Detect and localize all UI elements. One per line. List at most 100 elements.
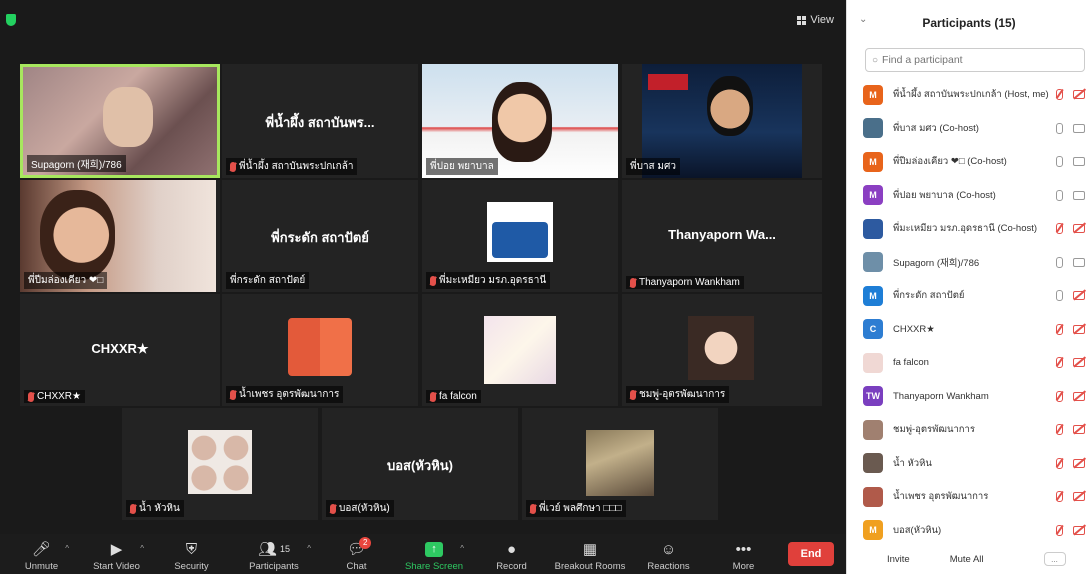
- mic-icon[interactable]: [1056, 156, 1063, 168]
- start-video-button[interactable]: ▶︎ ^ Start Video: [79, 540, 154, 572]
- participant-name: พี่ปอย พยาบาล (Co-host): [893, 189, 996, 201]
- participant-face: [492, 82, 552, 162]
- mic-muted-icon[interactable]: [1056, 223, 1063, 235]
- video-tile[interactable]: พี่เวย์ พลศึกษา □□□: [522, 408, 718, 520]
- mic-icon[interactable]: [1056, 189, 1063, 201]
- participant-row[interactable]: M พี่ปีมล่องเคียว ❤□ (Co-host): [847, 145, 1091, 179]
- participant-row[interactable]: น้ำเพชร อุตรพัฒนาการ: [847, 480, 1091, 514]
- mic-muted-icon[interactable]: [1056, 323, 1063, 335]
- participant-row[interactable]: TW Thanyaporn Wankham: [847, 380, 1091, 414]
- participants-count: 15: [280, 544, 291, 554]
- end-meeting-button[interactable]: End: [788, 542, 834, 566]
- mic-icon[interactable]: [1056, 256, 1063, 268]
- mic-icon[interactable]: [1056, 290, 1063, 302]
- video-tile[interactable]: พี่มะเหมียว มรภ.อุดรธานี: [422, 180, 618, 292]
- participant-status-icons: [1056, 256, 1085, 268]
- avatar: M: [863, 151, 883, 172]
- participant-row[interactable]: น้ำ หัวหิน: [847, 447, 1091, 481]
- mic-muted-icon[interactable]: [1056, 491, 1063, 503]
- security-button[interactable]: ⛨ Security: [154, 540, 229, 573]
- avatar: M: [863, 520, 883, 541]
- breakout-rooms-button[interactable]: ▦ Breakout Rooms: [549, 540, 631, 572]
- video-tile[interactable]: Supagorn (재희)/786: [20, 64, 220, 178]
- video-tile[interactable]: พี่ปีมล่องเคียว ❤□: [20, 180, 220, 292]
- gallery-grid-icon: [797, 15, 807, 25]
- participant-search-input[interactable]: [882, 54, 1073, 66]
- mic-muted-icon[interactable]: [1056, 524, 1063, 536]
- video-tile[interactable]: บอส(หัวหิน) บอส(หัวหิน): [322, 408, 518, 520]
- participant-row[interactable]: พี่มะเหมียว มรภ.อุดรธานี (Co-host): [847, 212, 1091, 246]
- video-icon: [1073, 257, 1085, 267]
- invite-button[interactable]: Invite: [887, 554, 910, 565]
- share-screen-button[interactable]: ↑ ^ Share Screen: [394, 540, 474, 572]
- participant-row[interactable]: M พี่น้ำผึ้ง สถาบันพระปกเกล้า (Host, me): [847, 78, 1091, 112]
- participant-status-icons: [1056, 223, 1085, 235]
- chat-button[interactable]: 💬︎ 2 Chat: [319, 537, 394, 572]
- video-tile[interactable]: fa falcon: [422, 294, 618, 406]
- video-tile[interactable]: พี่กระดัก สถาปัตย์ พี่กระดัก สถาปัตย์: [222, 180, 418, 292]
- mic-muted-icon: [230, 161, 236, 172]
- participant-row[interactable]: ชมพู่-อุตรพัฒนาการ: [847, 413, 1091, 447]
- video-tile[interactable]: พี่บาส มศว: [622, 64, 822, 178]
- caret-up-icon[interactable]: ^: [65, 544, 69, 553]
- participant-row[interactable]: M บอส(หัวหิน): [847, 514, 1091, 548]
- mic-muted-icon[interactable]: [1056, 424, 1063, 436]
- unmute-button[interactable]: 🎤︎ ^ Unmute: [4, 540, 79, 572]
- caret-up-icon[interactable]: ^: [140, 544, 144, 553]
- mic-muted-icon: 🎤︎: [31, 541, 52, 558]
- tile-name-label: พี่น้ำผึ้ง สถาบันพระปกเกล้า: [226, 158, 358, 175]
- mic-muted-icon[interactable]: [1056, 390, 1063, 402]
- security-label: Security: [174, 561, 209, 572]
- video-off-icon: [1073, 291, 1085, 301]
- participant-status-icons: [1056, 524, 1085, 536]
- mic-muted-icon[interactable]: [1056, 457, 1063, 469]
- participant-name: fa falcon: [893, 357, 929, 369]
- tile-name-label: พี่มะเหมียว มรภ.อุดรธานี: [426, 272, 551, 289]
- video-tile[interactable]: CHXXR★ CHXXR★: [20, 294, 220, 406]
- video-tile[interactable]: พี่ปอย พยาบาล: [422, 64, 618, 178]
- video-tile[interactable]: พี่น้ำผึ้ง สถาบันพร... พี่น้ำผึ้ง สถาบัน…: [222, 64, 418, 178]
- participant-row[interactable]: fa falcon: [847, 346, 1091, 380]
- more-button[interactable]: ••• More: [706, 540, 781, 573]
- more-options-button[interactable]: ...: [1043, 552, 1066, 566]
- encryption-shield-icon[interactable]: [6, 14, 16, 26]
- panel-title: Participants (15): [922, 16, 1016, 30]
- tile-name-label: CHXXR★: [24, 390, 85, 403]
- share-screen-icon: ↑: [425, 540, 443, 558]
- participant-status-icons: [1056, 156, 1085, 168]
- caret-up-icon[interactable]: ^: [460, 544, 464, 553]
- mic-icon[interactable]: [1056, 122, 1063, 134]
- video-off-icon: [1073, 90, 1085, 100]
- participant-row[interactable]: Supagorn (재희)/786: [847, 246, 1091, 280]
- mic-muted-icon: [230, 389, 236, 400]
- participants-button[interactable]: 👥︎ 15 ^ Participants: [229, 540, 319, 572]
- video-gallery: View Supagorn (재희)/786 พี่น้ำผึ้ง สถาบัน…: [0, 0, 846, 574]
- participant-row[interactable]: C CHXXR★: [847, 313, 1091, 347]
- mute-all-button[interactable]: Mute All: [950, 554, 984, 565]
- breakout-rooms-label: Breakout Rooms: [554, 561, 626, 572]
- tile-name-label: พี่ปอย พยาบาล: [426, 158, 498, 175]
- chevron-down-icon[interactable]: ⌄: [859, 14, 867, 25]
- tile-name-label: พี่กระดัก สถาปัตย์: [226, 272, 310, 289]
- participant-row[interactable]: M พี่กระดัก สถาปัตย์: [847, 279, 1091, 313]
- participant-search[interactable]: ○: [865, 48, 1085, 72]
- video-tile[interactable]: Thanyaporn Wa... Thanyaporn Wankham: [622, 180, 822, 292]
- record-button[interactable]: ● Record: [474, 540, 549, 573]
- reactions-button[interactable]: ☺ Reactions: [631, 540, 706, 573]
- participant-name: พี่น้ำผึ้ง สถาบันพระปกเกล้า (Host, me): [893, 89, 1049, 101]
- video-tile[interactable]: น้ำ หัวหิน: [122, 408, 318, 520]
- participant-name: บอส(หัวหิน): [893, 524, 942, 536]
- mic-muted-icon[interactable]: [1056, 357, 1063, 369]
- video-tile[interactable]: น้ำเพชร อุตรพัฒนาการ: [222, 294, 418, 406]
- view-button[interactable]: View: [797, 14, 834, 26]
- caret-up-icon[interactable]: ^: [307, 544, 311, 553]
- participant-row[interactable]: M พี่ปอย พยาบาล (Co-host): [847, 179, 1091, 213]
- video-tile[interactable]: ชมพู่-อุตรพัฒนาการ: [622, 294, 822, 406]
- profile-picture: [188, 430, 252, 494]
- participant-status-icons: [1056, 457, 1085, 469]
- video-off-icon: ▶︎: [110, 541, 123, 558]
- participant-status-icons: [1056, 189, 1085, 201]
- tile-name-label: น้ำ หัวหิน: [126, 500, 184, 517]
- participant-row[interactable]: พี่บาส มศว (Co-host): [847, 112, 1091, 146]
- mic-muted-icon[interactable]: [1056, 89, 1063, 101]
